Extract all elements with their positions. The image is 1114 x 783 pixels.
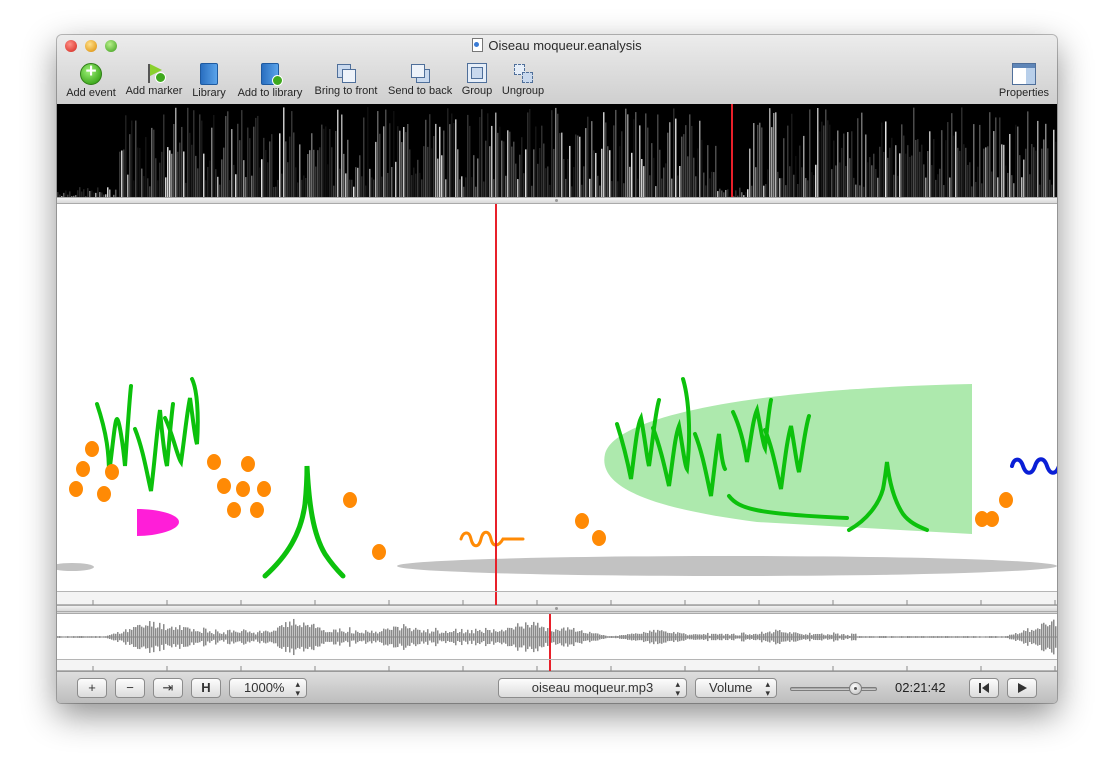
blue-squiggle[interactable] [1010,457,1057,475]
time-ruler-ticks [92,592,1056,606]
spectrogram-view[interactable] [57,104,1057,197]
app-window: Oiseau moqueur.eanalysis Add event Add m… [57,35,1057,703]
magenta-shape[interactable] [137,509,179,536]
green-lambda-shape[interactable] [262,465,346,579]
flag-icon [144,63,166,83]
add-event-label: Add event [66,87,116,99]
fit-to-window-button[interactable]: ⇥ [153,678,183,698]
waveform-ruler [57,659,1057,672]
send-to-back-button[interactable]: Send to back [388,63,452,101]
audio-file-value: oiseau moqueur.mp3 [531,680,654,695]
time-ruler[interactable] [57,591,1057,606]
zoom-out-button[interactable]: − [115,678,145,698]
add-marker-label: Add marker [125,85,183,97]
zoom-level-select[interactable]: 1000% ▴ ▾ [229,678,307,698]
window-title-text: Oiseau moqueur.eanalysis [488,38,642,53]
dropdown-arrows-icon: ▴ ▾ [765,679,770,698]
group-label: Group [461,85,493,97]
spectrogram-bars [57,107,1057,197]
zoom-in-button[interactable]: + [77,678,107,698]
ungroup-button[interactable]: Ungroup [501,63,545,101]
volume-slider-knob[interactable] [849,682,863,695]
window-title: Oiseau moqueur.eanalysis [57,38,1057,53]
ungroup-label: Ungroup [501,85,545,97]
waveform-graphic [57,614,1057,659]
h-button-label: H [201,680,211,695]
time-readout: 02:21:42 [895,680,946,695]
waveform-splitter[interactable] [57,605,1057,612]
fit-icon: ⇥ [162,680,174,695]
bring-to-front-button[interactable]: Bring to front [312,63,380,101]
book-icon [200,63,218,85]
send-to-back-icon [410,63,430,83]
library-button[interactable]: Library [191,63,227,101]
zoom-in-icon: + [88,680,96,695]
analysis-graphics [57,204,1057,591]
volume-slider-track[interactable] [790,687,877,691]
add-to-library-label: Add to library [237,87,303,99]
spectrogram-graphic [57,104,1057,197]
library-label: Library [192,87,226,99]
orange-squiggle[interactable] [459,530,525,548]
waveform-view[interactable] [57,613,1057,659]
skip-to-start-button[interactable] [969,678,999,698]
audio-file-select[interactable]: oiseau moqueur.mp3 ▴ ▾ [498,678,687,698]
zoom-out-icon: − [126,680,134,695]
ungroup-icon [513,63,533,83]
stepper-arrows-icon: ▴ ▾ [295,679,300,698]
bring-to-front-icon [336,63,356,83]
properties-label: Properties [998,87,1050,99]
book-add-icon [261,63,283,86]
properties-button[interactable]: Properties [997,63,1051,101]
volume-label: Volume [709,680,753,695]
h-button[interactable]: H [191,678,221,698]
add-marker-button[interactable]: Add marker [124,63,184,101]
send-to-back-label: Send to back [388,85,453,97]
add-event-icon [80,61,102,85]
spectrogram-splitter[interactable] [57,197,1057,204]
group-icon [467,63,487,83]
gray-band-left[interactable] [57,563,94,571]
play-icon [1018,683,1027,693]
play-button[interactable] [1007,678,1037,698]
group-button[interactable]: Group [460,63,494,101]
zoom-level-value: 1000% [244,680,285,695]
properties-icon [1012,63,1036,85]
volume-select[interactable]: Volume ▴ ▾ [695,678,777,698]
skip-to-start-icon [979,683,989,693]
add-to-library-button[interactable]: Add to library [235,63,305,101]
dropdown-arrows-icon: ▴ ▾ [675,679,680,698]
bring-to-front-label: Bring to front [314,85,378,97]
document-icon [472,38,484,52]
bottom-control-bar: + − ⇥ H 1000% ▴ ▾ oiseau moqueur.mp3 ▴ ▾ V… [57,671,1057,703]
add-event-button[interactable]: Add event [65,61,117,101]
title-bar: Oiseau moqueur.eanalysis Add event Add m… [57,35,1057,105]
analysis-canvas[interactable] [57,204,1057,591]
